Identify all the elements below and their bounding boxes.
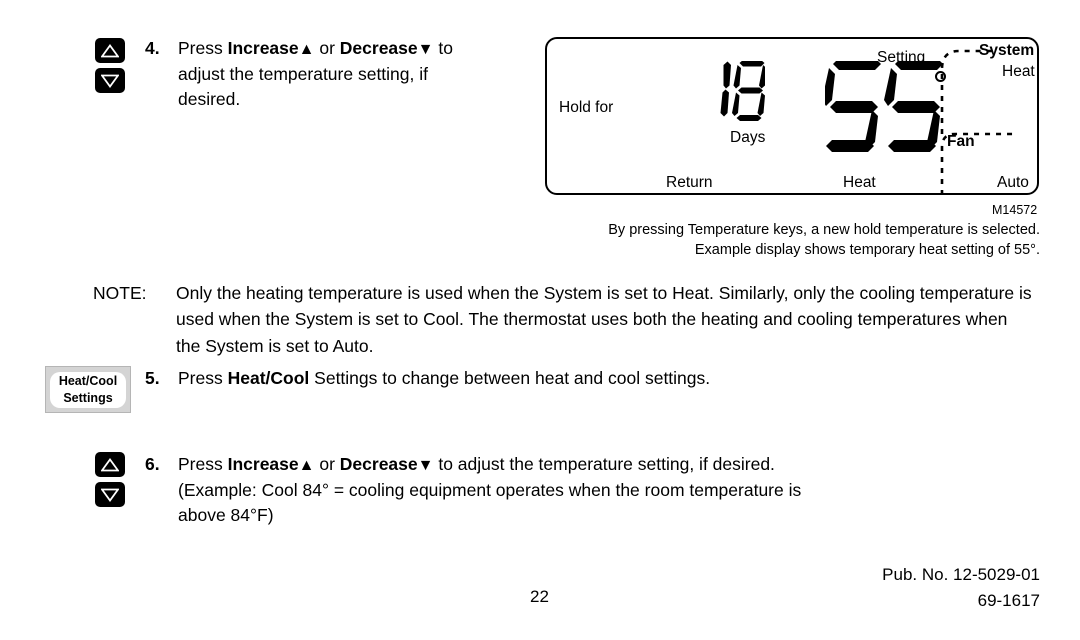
heat-cool-settings-line-2: Settings: [63, 390, 113, 405]
increase-keyword: Increase: [227, 454, 299, 474]
page-number: 22: [530, 587, 549, 606]
step6-keypad[interactable]: [95, 452, 127, 512]
decrease-arrow-key[interactable]: [95, 68, 125, 93]
heat-cool-settings-button[interactable]: Heat/Cool Settings: [45, 366, 131, 413]
footer-doc-number: 69-1617: [977, 590, 1040, 610]
note-block: NOTE: Only the heating temperature is us…: [93, 280, 1033, 359]
step-6-line-2: (Example: Cool 84° = cooling equipment o…: [178, 479, 802, 500]
step-4-line-2: adjust the temperature setting, if: [178, 63, 428, 84]
up-triangle-icon: ▲: [298, 41, 315, 58]
increase-arrow-key[interactable]: [95, 452, 125, 477]
step-4-line-1: Press Increase▲ or Decrease▼ to: [178, 36, 535, 62]
lcd-system-label: System: [979, 42, 1035, 59]
step-6-line-3: above 84°F): [178, 504, 274, 525]
lcd-hold-for-label: Hold for: [559, 99, 614, 116]
lcd-days-label: Days: [730, 129, 766, 146]
note-label: NOTE:: [93, 283, 147, 303]
decrease-arrow-key[interactable]: [95, 482, 125, 507]
step-4-text-a: Press: [178, 38, 228, 58]
step-6-number: 6.: [145, 454, 160, 474]
heat-cool-settings-line-1: Heat/Cool: [58, 374, 118, 389]
step-6-line-1: Press Increase▲ or Decrease▼ to adjust t…: [178, 452, 975, 478]
step-6-body: Press Increase▲ or Decrease▼ to adjust t…: [178, 452, 975, 527]
lcd-heat-label: Heat: [843, 174, 876, 191]
figure-caption-line-1: By pressing Temperature keys, a new hold…: [608, 222, 1040, 238]
thermostat-display: Hold for Days Setting System Heat Fan Re…: [545, 37, 1039, 195]
step-6: 6. Press Increase▲ or Decrease▼ to adjus…: [145, 452, 975, 527]
figure-id: M14572: [992, 203, 1038, 217]
increase-arrow-key[interactable]: [95, 38, 125, 63]
step-4-line-3: desired.: [178, 88, 241, 109]
lcd-days-value: [709, 60, 767, 126]
figure-caption-line-2: Example display shows temporary heat set…: [694, 241, 1040, 258]
step4-keypad[interactable]: [95, 38, 127, 98]
step-6-text-a: Press: [178, 454, 228, 474]
lcd-system-value: Heat: [1002, 63, 1035, 80]
step-5-line-1: Press Heat/Cool Settings to change betwe…: [178, 366, 945, 391]
step-5-text-b: Settings to change between heat and cool…: [309, 368, 711, 388]
increase-keyword: Increase: [227, 38, 299, 58]
footer-pub-number: Pub. No. 12-5029-01: [882, 565, 1040, 584]
down-triangle-icon: ▼: [417, 41, 434, 58]
step-6-text-b: or: [314, 454, 340, 474]
step-4-number: 4.: [145, 38, 160, 58]
step-5: 5. Press Heat/Cool Settings to change be…: [145, 366, 945, 391]
up-triangle-icon: ▲: [298, 457, 315, 474]
lcd-fan-value: Auto: [997, 174, 1029, 191]
lcd-fan-label: Fan: [947, 133, 975, 150]
lcd-dashed-divider: [940, 49, 1015, 195]
note-text: Only the heating temperature is used whe…: [176, 283, 1032, 356]
down-triangle-icon: ▼: [417, 457, 434, 474]
step-5-body: Press Heat/Cool Settings to change betwe…: [178, 366, 945, 391]
step-4: 4. Press Increase▲ or Decrease▼ to adjus…: [145, 36, 535, 111]
step-4-text-c: to: [433, 38, 453, 58]
decrease-keyword: Decrease: [339, 38, 418, 58]
heat-cool-keyword: Heat/Cool: [227, 368, 310, 388]
figure-caption: By pressing Temperature keys, a new hold…: [500, 221, 1040, 260]
step-4-body: Press Increase▲ or Decrease▼ to adjust t…: [178, 36, 535, 111]
step-4-text-b: or: [314, 38, 340, 58]
lcd-return-label: Return: [666, 174, 713, 191]
step-5-number: 5.: [145, 368, 160, 388]
footer-publication-info: Pub. No. 12-5029-01 69-1617: [740, 562, 1040, 613]
decrease-keyword: Decrease: [339, 454, 418, 474]
heat-cool-settings-button-face[interactable]: Heat/Cool Settings: [50, 371, 126, 408]
step-6-text-c: to adjust the temperature setting, if de…: [433, 454, 775, 474]
step-5-text-a: Press: [178, 368, 228, 388]
